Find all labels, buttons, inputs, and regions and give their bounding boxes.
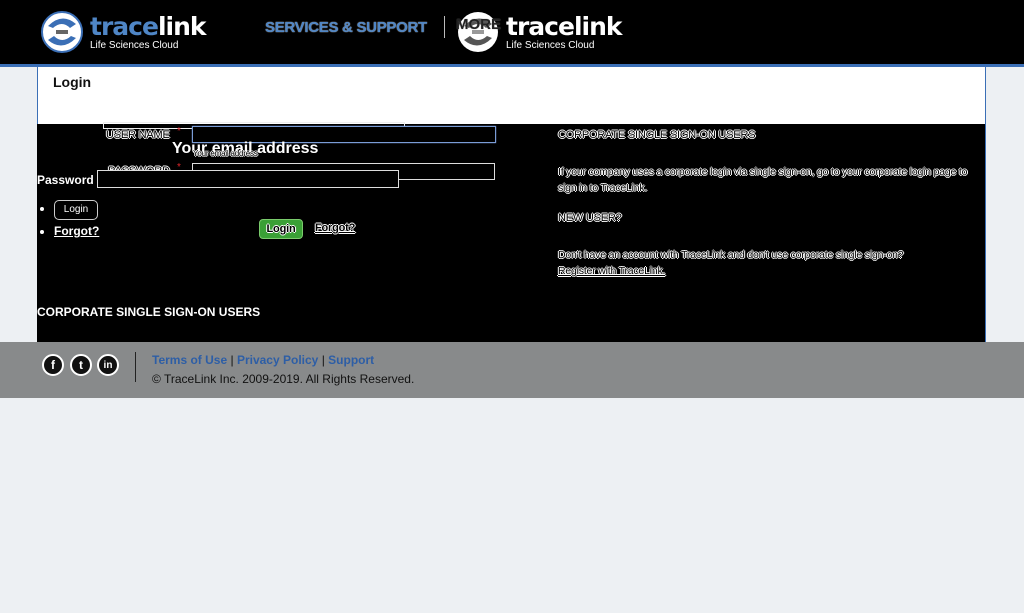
footer-links: Terms of Use | Privacy Policy | Support [152, 353, 374, 367]
login-mini-button[interactable]: Login [54, 200, 98, 220]
facebook-icon[interactable]: f [42, 354, 64, 376]
logo-subtitle: Life Sciences Cloud [90, 39, 179, 51]
forgot-link[interactable]: Forgot? [54, 224, 99, 238]
forgot-password-link[interactable]: Forgot? [315, 222, 355, 234]
more-label: MORE [456, 16, 501, 33]
support-link[interactable]: Support [328, 353, 374, 367]
new-user-heading: NEW USER? [558, 212, 622, 224]
logo-word-link: link [573, 11, 623, 41]
site-footer: f t in Terms of Use | Privacy Policy | S… [0, 342, 1024, 398]
services-support-link[interactable]: SERVICES & SUPPORT [265, 19, 427, 36]
sso-heading: CORPORATE SINGLE SIGN-ON USERS [558, 129, 756, 141]
logo-word-trace: trace [90, 11, 159, 41]
login-links-list: Login Forgot? [37, 200, 99, 242]
password-plain-label: Password [37, 173, 94, 187]
list-item: Forgot? [54, 224, 99, 238]
logo-word-link: link [157, 11, 207, 41]
required-mark: * [177, 126, 181, 137]
list-item: Login [54, 200, 99, 220]
privacy-policy-link[interactable]: Privacy Policy [237, 353, 318, 367]
logo-subtitle: Life Sciences Cloud [506, 39, 595, 51]
sso-description: If your company uses a corporate login v… [558, 166, 968, 194]
twitter-icon[interactable]: t [70, 354, 92, 376]
page-title: Login [53, 74, 92, 90]
tracelink-globe-icon [41, 11, 83, 53]
link-separator: | [321, 353, 325, 367]
login-title-panel: Login [37, 67, 986, 124]
password-plain-input[interactable] [97, 170, 399, 188]
footer-divider [135, 352, 136, 382]
logo-word-trace: trace [506, 11, 575, 41]
tracelink-logo[interactable]: tracelink Life Sciences Cloud [40, 10, 206, 54]
email-hint-small: Your email address [193, 149, 258, 158]
login-button[interactable]: Login [259, 219, 303, 239]
new-user-description: Don't have an account with TraceLink and… [558, 249, 904, 261]
linkedin-icon[interactable]: in [97, 354, 119, 376]
register-link[interactable]: Register with TraceLink. [558, 263, 978, 279]
header-divider [444, 16, 445, 38]
copyright-text: © TraceLink Inc. 2009-2019. All Rights R… [152, 372, 415, 386]
link-separator: | [230, 353, 234, 367]
username-label: USER NAME [106, 129, 170, 141]
site-header: tracelink Life Sciences Cloud SERVICES &… [0, 0, 1024, 64]
sso-section-heading: CORPORATE SINGLE SIGN-ON USERS [37, 305, 261, 319]
terms-of-use-link[interactable]: Terms of Use [152, 353, 227, 367]
